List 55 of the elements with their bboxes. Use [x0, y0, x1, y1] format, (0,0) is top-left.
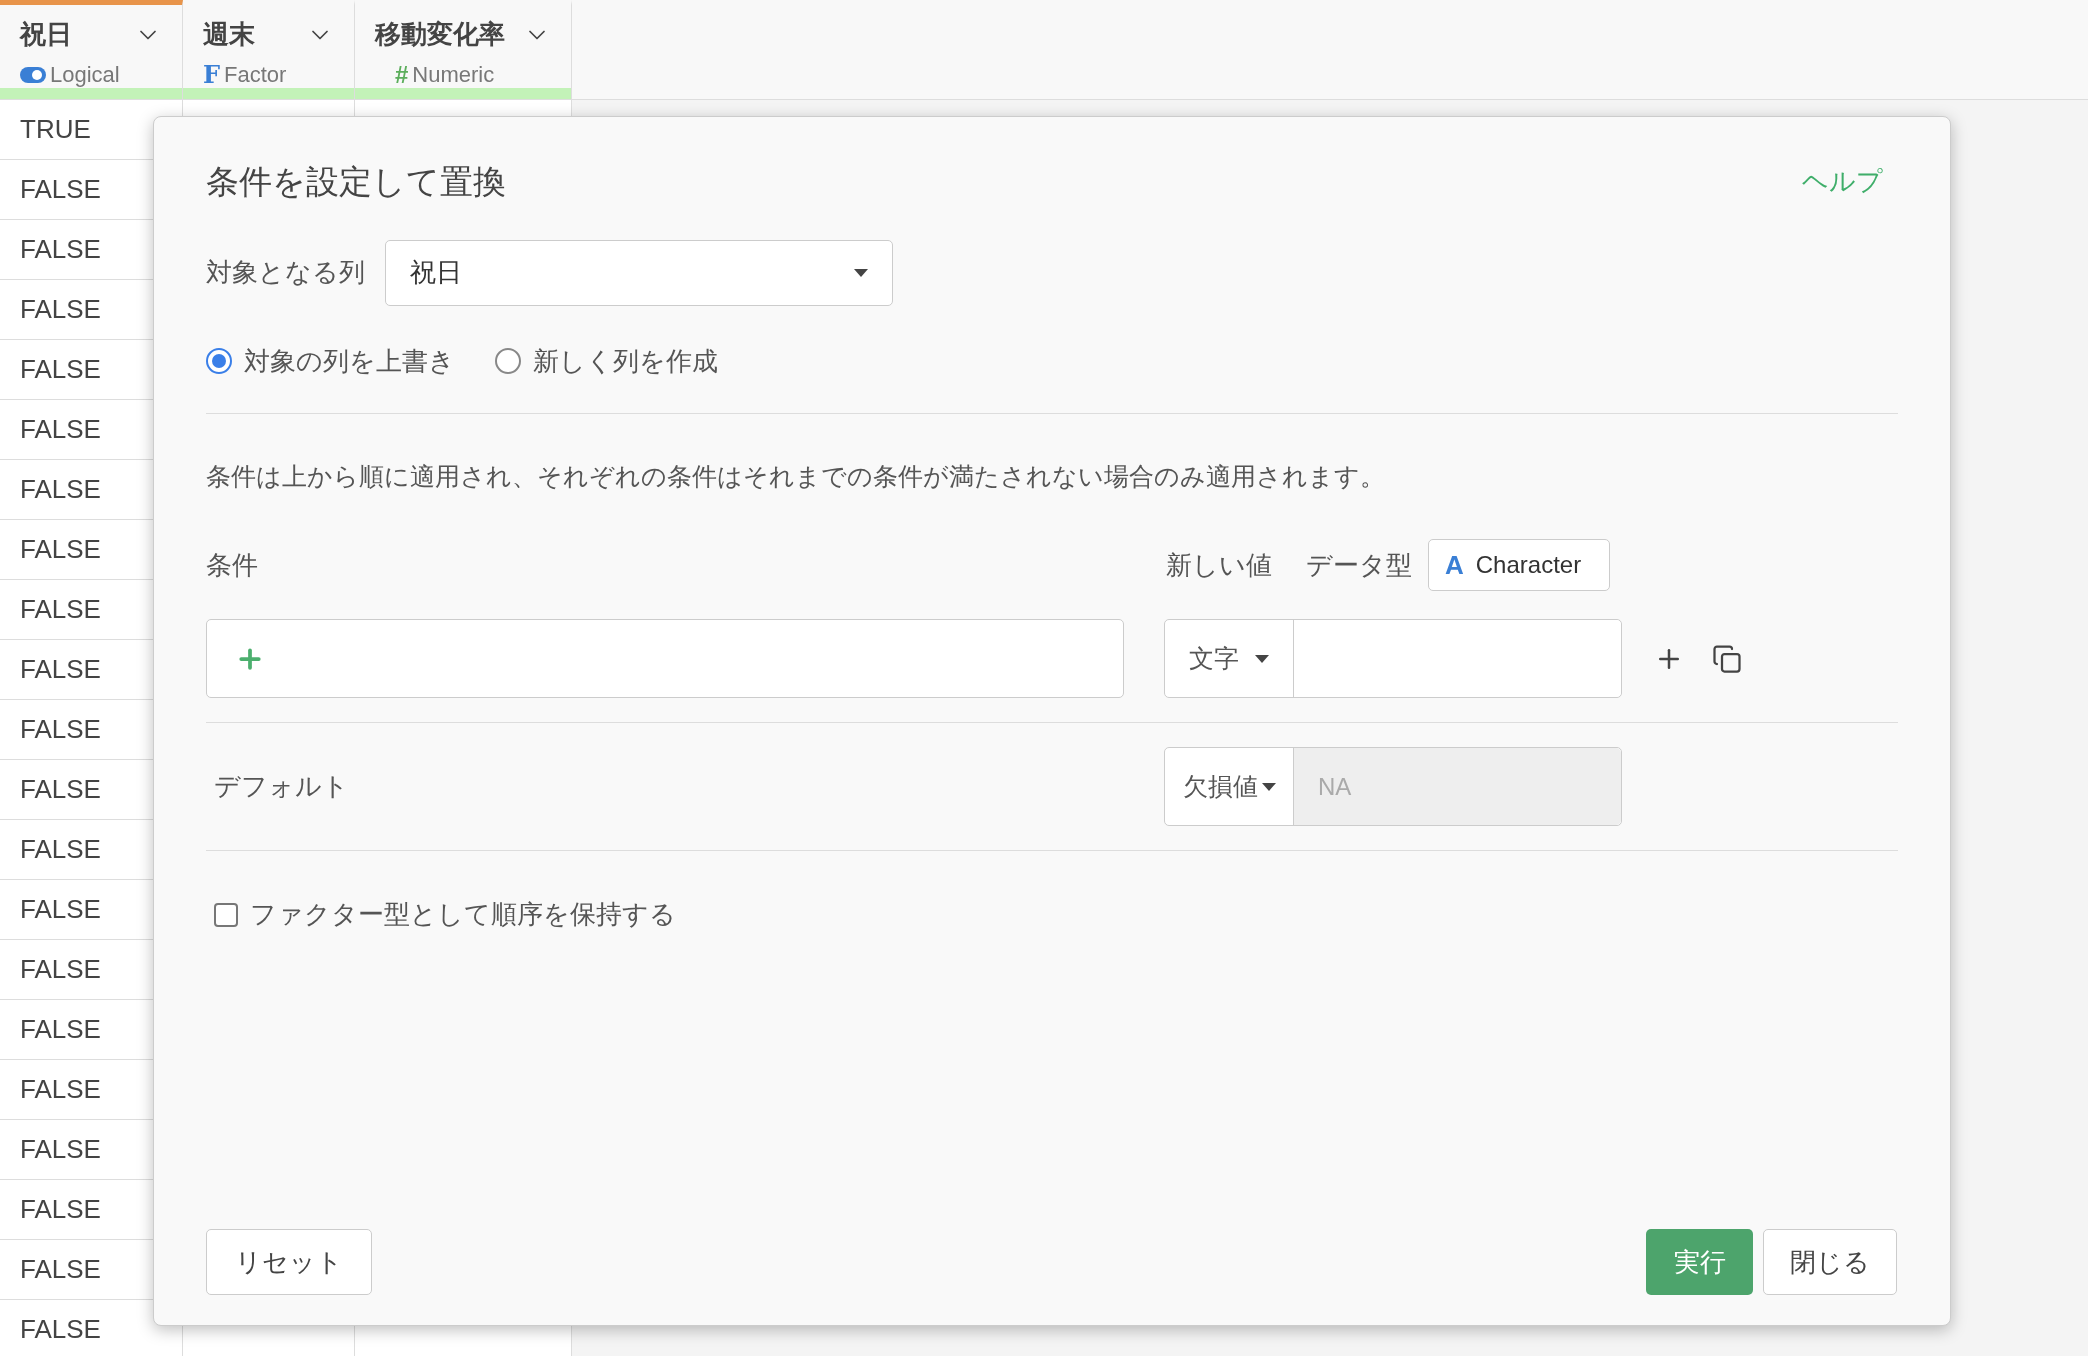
numeric-type-icon: # [395, 62, 409, 87]
radio-label: 対象の列を上書き [244, 344, 455, 378]
letter-type-icon: A [1445, 545, 1464, 585]
field-label: デフォルト [213, 770, 350, 803]
table-cell-text: FALSE [20, 953, 101, 986]
toggle-icon [20, 66, 46, 83]
table-cell-text: FALSE [20, 233, 101, 266]
field-label: 条件 [206, 548, 259, 582]
description-text: 条件は上から順に適用され、それぞれの条件はそれまでの条件が満たされない場合のみ適用されます。 [206, 460, 1386, 492]
table-cell-text: FALSE [20, 833, 101, 866]
copy-icon[interactable] [1712, 643, 1742, 674]
close-button[interactable]: 閉じる [1763, 1229, 1897, 1295]
column-select[interactable]: 祝日 [385, 239, 893, 306]
table-cell-text: FALSE [20, 593, 101, 626]
caret-icon [1255, 654, 1269, 663]
table-cell-text: FALSE [20, 173, 101, 206]
table-cell-text: TRUE [20, 113, 91, 146]
field-label: 新しい値 [1166, 548, 1272, 582]
condition-field[interactable] [206, 619, 1124, 698]
table-cell-text: FALSE [20, 533, 101, 566]
radio-button[interactable] [206, 348, 232, 374]
column-type: Factor [224, 61, 287, 89]
data-type-button[interactable]: A Character [1428, 539, 1610, 591]
table-cell-text: FALSE [20, 653, 101, 686]
column-type: Logical [50, 61, 120, 89]
table-cell-text: FALSE [20, 1133, 101, 1166]
caret-icon [854, 268, 868, 277]
column-name: 週末 [203, 18, 255, 51]
table-cell-text: FALSE [20, 1073, 101, 1106]
field-label: 対象となる列 [206, 256, 365, 289]
column-type: Numeric [412, 61, 495, 89]
column-header[interactable]: 週末 F Factor [183, 0, 355, 99]
table-cell-text: FALSE [20, 773, 101, 806]
table-cell-text: FALSE [20, 293, 101, 326]
table-cell-text: FALSE [20, 1193, 101, 1226]
factor-type-icon: F [203, 62, 221, 87]
column-header[interactable]: 移動変化率 # Numeric [355, 0, 572, 99]
table-cell-text: FALSE [20, 893, 101, 926]
dialog-title: 条件を設定して置換 [206, 162, 506, 202]
table-cell-text: FALSE [20, 713, 101, 746]
field-label: データ型 [1306, 548, 1412, 582]
reset-button[interactable]: リセット [206, 1229, 372, 1295]
checkbox-label: ファクター型として順序を保持する [250, 898, 676, 931]
table-cell-text: FALSE [20, 353, 101, 386]
new-value-field[interactable]: 文字 [1164, 619, 1622, 698]
table-cell-text: FALSE [20, 1253, 101, 1286]
table-cell-text: FALSE [20, 1013, 101, 1046]
radio-label: 新しく列を作成 [533, 344, 718, 378]
table-cell-text: FALSE [20, 413, 101, 446]
table-cell-text: FALSE [20, 1313, 101, 1346]
table-cell-text: FALSE [20, 473, 101, 506]
column-name: 移動変化率 [375, 18, 505, 51]
checkbox[interactable] [214, 902, 238, 927]
column-name: 祝日 [20, 18, 72, 51]
radio-button[interactable] [495, 348, 521, 374]
